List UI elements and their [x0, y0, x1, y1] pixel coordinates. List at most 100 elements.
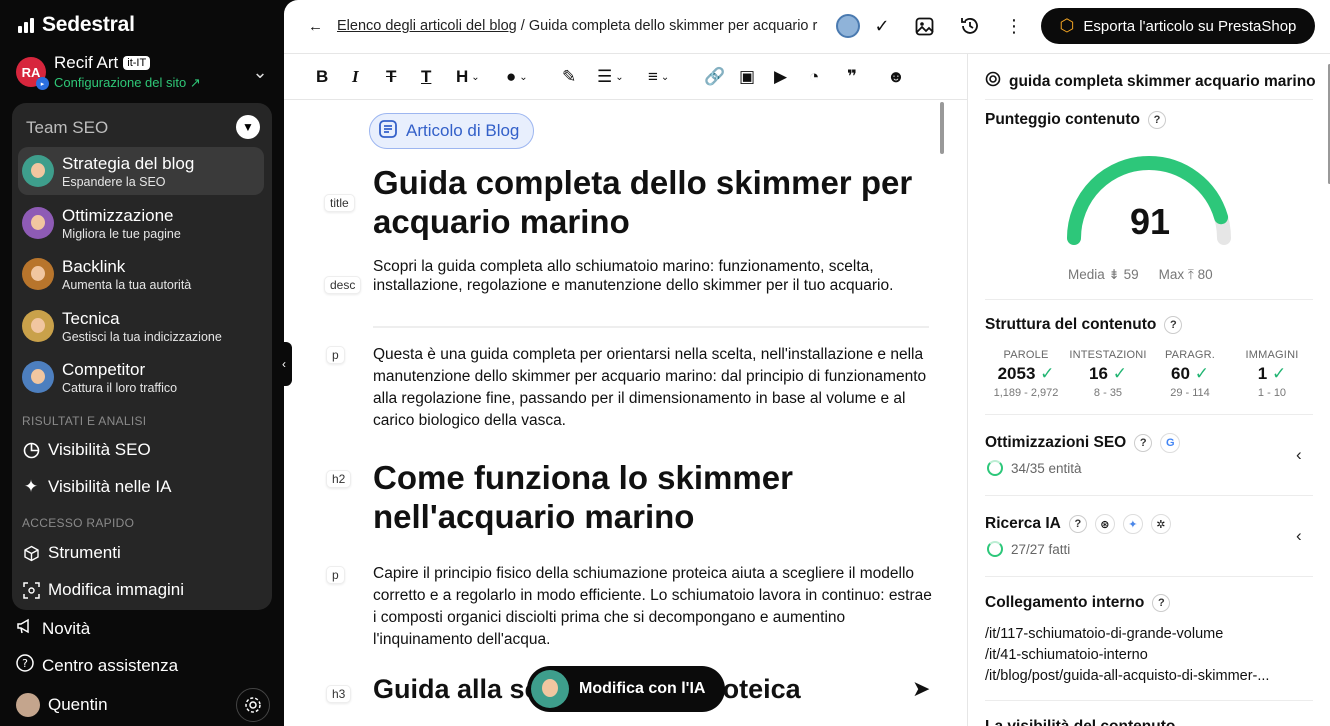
agent-title: Competitor — [62, 359, 146, 379]
heading-h2[interactable]: Come funziona lo skimmer nell'acquario m… — [373, 458, 913, 536]
article-title[interactable]: Guida completa dello skimmer per acquari… — [373, 163, 913, 241]
media-benchmark: Media ⇟ 59 — [1068, 267, 1139, 282]
breadcrumb-separator: / — [516, 18, 529, 34]
underline-icon[interactable]: T — [421, 66, 431, 88]
editor-scrollbar[interactable] — [940, 102, 944, 154]
check-icon: ✓ — [1040, 364, 1055, 383]
agent-title: Strategia del blog — [62, 153, 195, 173]
seo-panel: guida completa skimmer acquario marino P… — [968, 54, 1330, 726]
article-description[interactable]: Scopri la guida completa allo schiumatoi… — [373, 257, 918, 295]
score-value: 91 — [1129, 201, 1171, 242]
emoji-icon[interactable]: ☻ — [887, 66, 905, 88]
main-area: ← Elenco degli articoli del blog / Guida… — [284, 0, 1330, 726]
help-icon[interactable]: ? — [1068, 515, 1087, 533]
brand[interactable]: Sedestral — [18, 13, 135, 37]
ai-research-section[interactable]: Ricerca IA? ⊛ ✦ ✲ — [985, 514, 1171, 534]
site-avatar: RA ▸ — [16, 57, 49, 90]
site-config-link[interactable]: Configurazione del sito ↗ — [54, 75, 250, 91]
section-results-label: RISULTATI E ANALISI — [22, 414, 147, 428]
check-icon: ✓ — [1112, 364, 1127, 383]
agent-blog-strategy[interactable]: Strategia del blog Espandere la SEO — [18, 147, 264, 195]
bold-icon[interactable]: B — [316, 66, 328, 88]
edit-with-ai-button[interactable]: Modifica con l'IA — [527, 666, 725, 712]
chevron-down-icon[interactable]: ⌄ — [250, 62, 270, 83]
nav-edit-images[interactable]: Modifica immagini — [22, 580, 184, 600]
agent-avatar — [22, 310, 54, 342]
internal-links-section: Collegamento interno? — [985, 594, 1171, 612]
team-toggle-icon[interactable]: ▼ — [236, 115, 260, 139]
chevron-left-icon[interactable]: ‹ — [1296, 445, 1302, 465]
collaborator-avatar[interactable] — [836, 14, 860, 38]
nav-ai-visibility[interactable]: ✦ Visibilità nelle IA — [22, 477, 172, 497]
gallery-icon[interactable]: ▣ — [739, 66, 755, 88]
list-dropdown-icon[interactable]: ☰ ⌄ — [597, 66, 624, 88]
editor-canvas[interactable]: Articolo di Blog title Guida completa de… — [284, 100, 968, 726]
nav-label: Novità — [42, 618, 91, 638]
block-tag-p: p — [326, 346, 345, 364]
settings-gear-icon[interactable] — [236, 688, 270, 722]
top-bar: ← Elenco degli articoli del blog / Guida… — [284, 0, 1330, 54]
agent-competitor[interactable]: Competitor Cattura il loro traffico — [18, 353, 264, 401]
agent-subtitle: Aumenta la tua autorità — [62, 277, 192, 292]
shape-icon[interactable]: ◔ — [809, 66, 819, 88]
svg-text:?: ? — [22, 657, 28, 670]
nav-label: Strumenti — [48, 543, 121, 562]
target-icon — [985, 71, 1001, 92]
seo-progress: 34/35 entità — [987, 460, 1082, 476]
prestashop-icon: ▸ — [36, 77, 49, 90]
internal-link[interactable]: /it/blog/post/guida-all-acquisto-di-skim… — [985, 666, 1315, 687]
italic-icon[interactable]: I — [352, 66, 359, 88]
help-icon[interactable]: ? — [1147, 111, 1166, 129]
stat-paragraphs: PARAGR. 60 ✓ 29 - 114 — [1164, 349, 1216, 399]
image-edit-icon — [22, 581, 40, 599]
user-menu[interactable]: Quentin — [16, 693, 108, 717]
more-vertical-icon[interactable]: ⋮ — [1002, 14, 1026, 38]
nav-news[interactable]: Novità — [16, 617, 90, 640]
cube-icon — [22, 544, 40, 562]
paragraph-body[interactable]: Capire il principio fisico della schiuma… — [373, 563, 933, 651]
align-dropdown-icon[interactable]: ≡ ⌄ — [648, 66, 669, 88]
breadcrumb-link[interactable]: Elenco degli articoli del blog — [337, 18, 517, 34]
color-dropdown-icon[interactable]: ● ⌄ — [506, 66, 528, 88]
sidebar-collapse-icon[interactable]: ‹ — [276, 342, 292, 386]
highlighter-icon[interactable]: ✎ — [562, 66, 576, 88]
formatting-toolbar: B I T T H ⌄ ● ⌄ ✎ ☰ ⌄ ≡ ⌄ 🔗 ▣ ▶ ◔ ❞ ☻ — [284, 54, 968, 100]
export-label: Esporta l'articolo su PrestaShop — [1083, 17, 1297, 35]
nav-seo-visibility[interactable]: Visibilità SEO — [22, 440, 151, 460]
agent-backlink[interactable]: Backlink Aumenta la tua autorità — [18, 250, 264, 298]
strikethrough-icon[interactable]: T — [386, 66, 396, 88]
agent-technical[interactable]: Tecnica Gestisci la tua indicizzazione — [18, 302, 264, 350]
site-switcher[interactable]: RA ▸ Recif Art it-IT Configurazione del si… — [16, 52, 270, 92]
agent-optimization[interactable]: Ottimizzazione Migliora le tue pagine — [18, 199, 264, 247]
chevron-left-icon[interactable]: ‹ — [1296, 526, 1302, 546]
paragraph-intro[interactable]: Questa è una guida completa per orientar… — [373, 344, 933, 432]
agent-title: Backlink — [62, 256, 126, 276]
internal-link[interactable]: /it/41-schiumatoio-interno — [985, 645, 1315, 666]
export-prestashop-button[interactable]: ⬡ Esporta l'articolo su PrestaShop — [1041, 8, 1315, 44]
sidebar: Sedestral RA ▸ Recif Art it-IT Configurazi… — [0, 0, 284, 726]
team-panel: Team SEO ▼ Strategia del blog Espandere l… — [12, 103, 272, 610]
nav-help-center[interactable]: ? Centro assistenza — [16, 654, 178, 677]
internal-link[interactable]: /it/117-schiumatoio-di-grande-volume — [985, 624, 1315, 645]
divider — [985, 576, 1313, 577]
check-icon[interactable]: ✓ — [870, 14, 894, 38]
history-icon[interactable] — [958, 14, 982, 38]
agent-title: Ottimizzazione — [62, 205, 174, 225]
back-arrow-icon[interactable]: ← — [308, 18, 323, 35]
help-icon[interactable]: ? — [1164, 316, 1183, 334]
heading-dropdown-icon[interactable]: H ⌄ — [456, 66, 480, 88]
seo-optimizations-section[interactable]: Ottimizzazioni SEO? G — [985, 433, 1181, 453]
quote-icon[interactable]: ❞ — [847, 66, 857, 88]
block-tag-h3: h3 — [326, 685, 352, 703]
nav-tools[interactable]: Strumenti — [22, 543, 121, 563]
nav-label: Modifica immagini — [48, 580, 185, 599]
image-icon[interactable] — [912, 14, 936, 38]
document-icon — [378, 119, 398, 144]
ai-button-label: Modifica con l'IA — [579, 680, 706, 697]
video-play-icon[interactable]: ▶ — [774, 66, 787, 88]
agent-subtitle: Migliora le tue pagine — [62, 226, 181, 241]
help-icon[interactable]: ? — [1152, 594, 1171, 612]
link-icon[interactable]: 🔗 — [704, 66, 725, 88]
help-icon[interactable]: ? — [1134, 434, 1153, 452]
stat-words: PAROLE 2053 ✓ 1,189 - 2,972 — [993, 349, 1059, 399]
